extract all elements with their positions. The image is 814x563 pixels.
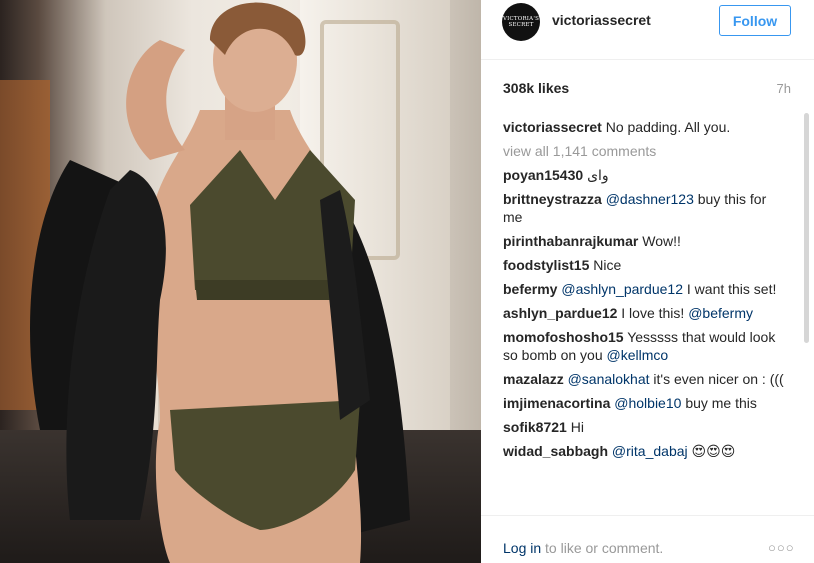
comment-text: Nice bbox=[593, 257, 622, 273]
comment-item: poyan15430 وای bbox=[503, 166, 788, 184]
comment-text: I love this! bbox=[621, 305, 685, 321]
comment-item: mazalazz @sanalokhat it's even nicer on … bbox=[503, 370, 788, 388]
comments-list: victoriassecret No padding. All you. vie… bbox=[503, 118, 788, 466]
post-time[interactable]: 7h bbox=[777, 81, 791, 96]
comment-mention[interactable]: @ashlyn_pardue12 bbox=[561, 281, 683, 297]
comment-text: 😍😍😍 bbox=[691, 443, 736, 459]
likes-count[interactable]: 308k likes bbox=[503, 80, 569, 96]
comment-username[interactable]: befermy bbox=[503, 281, 557, 297]
comment-username[interactable]: poyan15430 bbox=[503, 167, 583, 183]
follow-button[interactable]: Follow bbox=[719, 5, 791, 36]
model-figure bbox=[30, 2, 410, 563]
comment-username[interactable]: ashlyn_pardue12 bbox=[503, 305, 617, 321]
comment-username[interactable]: widad_sabbagh bbox=[503, 443, 608, 459]
comment-item: imjimenacortina @holbie10 buy me this bbox=[503, 394, 788, 412]
post-sidebar: VICTORIA'S SECRET victoriassecret Follow… bbox=[481, 0, 814, 563]
comment-item: sofik8721 Hi bbox=[503, 418, 788, 436]
avatar[interactable]: VICTORIA'S SECRET bbox=[502, 3, 540, 41]
comment-username[interactable]: sofik8721 bbox=[503, 419, 567, 435]
ellipsis-icon[interactable]: ○○○ bbox=[768, 540, 795, 555]
comment-text: Hi bbox=[570, 419, 584, 435]
header-username[interactable]: victoriassecret bbox=[552, 12, 651, 28]
comment-item: momofoshosho15 Yesssss that would look s… bbox=[503, 328, 788, 364]
post-photo[interactable] bbox=[0, 0, 481, 563]
comment-mention[interactable]: @befermy bbox=[688, 305, 753, 321]
comment-username[interactable]: momofoshosho15 bbox=[503, 329, 624, 345]
scrollbar-thumb[interactable] bbox=[804, 113, 809, 343]
comment-text: buy me this bbox=[685, 395, 757, 411]
login-link[interactable]: Log in bbox=[503, 540, 541, 556]
comment-item: pirinthabanrajkumar Wow!! bbox=[503, 232, 788, 250]
comment-mention[interactable]: @dashner123 bbox=[606, 191, 694, 207]
comment-text: Wow!! bbox=[642, 233, 681, 249]
comment-mention[interactable]: @sanalokhat bbox=[568, 371, 650, 387]
comment-item: widad_sabbagh @rita_dabaj 😍😍😍 bbox=[503, 442, 788, 460]
login-prompt-text: to like or comment. bbox=[545, 540, 664, 556]
comment-item: foodstylist15 Nice bbox=[503, 256, 788, 274]
comment-text: I want this set! bbox=[686, 281, 777, 297]
comment-mention[interactable]: @rita_dabaj bbox=[612, 443, 688, 459]
caption-username[interactable]: victoriassecret bbox=[503, 119, 602, 135]
caption-text: No padding. All you. bbox=[605, 119, 731, 135]
comment-item: befermy @ashlyn_pardue12 I want this set… bbox=[503, 280, 788, 298]
view-all-comments-link[interactable]: view all 1,141 comments bbox=[503, 142, 788, 160]
caption: victoriassecret No padding. All you. bbox=[503, 118, 788, 136]
comment-item: brittneystrazza @dashner123 buy this for… bbox=[503, 190, 788, 226]
comments-scrollbar[interactable] bbox=[803, 113, 810, 513]
comment-username[interactable]: mazalazz bbox=[503, 371, 564, 387]
header-divider bbox=[481, 59, 814, 60]
comment-username[interactable]: pirinthabanrajkumar bbox=[503, 233, 638, 249]
comment-username[interactable]: brittneystrazza bbox=[503, 191, 602, 207]
post-header: VICTORIA'S SECRET victoriassecret Follow bbox=[481, 0, 814, 59]
comment-username[interactable]: imjimenacortina bbox=[503, 395, 610, 411]
footer-divider bbox=[481, 515, 814, 516]
comment-mention[interactable]: @holbie10 bbox=[614, 395, 681, 411]
comment-text: it's even nicer on : ((( bbox=[653, 371, 784, 387]
comment-username[interactable]: foodstylist15 bbox=[503, 257, 589, 273]
comment-text: وای bbox=[587, 167, 609, 183]
comment-mention[interactable]: @kellmco bbox=[607, 347, 669, 363]
footer-login-prompt: Log in to like or comment. bbox=[503, 540, 663, 556]
comment-item: ashlyn_pardue12 I love this! @befermy bbox=[503, 304, 788, 322]
